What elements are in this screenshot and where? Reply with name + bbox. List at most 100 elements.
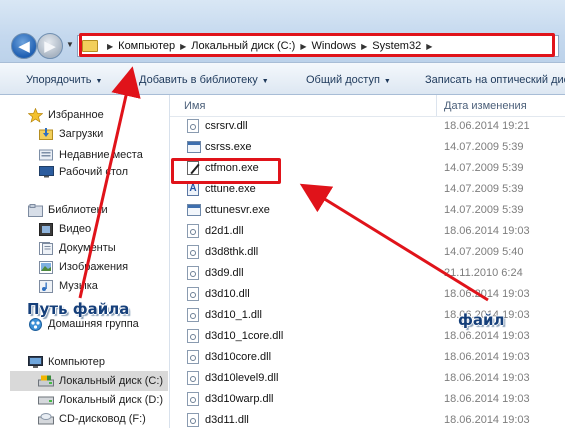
desktop-icon <box>38 165 54 179</box>
chevron-right-icon[interactable]: ▶ <box>426 42 432 51</box>
column-header-name[interactable]: Имя <box>184 100 205 112</box>
nav-pictures-label: Изображения <box>59 261 129 273</box>
folder-icon <box>82 40 98 52</box>
nav-documents-label: Документы <box>59 242 116 254</box>
breadcrumb-computer[interactable]: Компьютер <box>118 40 175 52</box>
chevron-right-icon[interactable]: ▶ <box>180 42 186 51</box>
dll-icon <box>187 392 199 406</box>
nav-libraries-label: Библиотеки <box>48 204 108 216</box>
chevron-right-icon[interactable]: ▶ <box>107 42 113 51</box>
recent-pages-dropdown-icon[interactable]: ▼ <box>66 40 74 49</box>
file-name: d3d8thk.dll <box>205 246 259 258</box>
music-library-icon <box>38 279 54 293</box>
burn-button[interactable]: Записать на оптический диск <box>425 74 565 86</box>
recent-places-icon <box>38 148 54 162</box>
nav-computer-label: Компьютер <box>48 356 105 368</box>
back-button[interactable]: ◀ <box>11 33 37 59</box>
file-date-modified: 18.06.2014 19:03 <box>444 393 530 405</box>
system-drive-icon <box>38 374 54 388</box>
file-name: d3d10level9.dll <box>205 372 279 384</box>
file-name: d3d11.dll <box>205 414 249 426</box>
add-to-library-label: Добавить в библиотеку <box>139 74 258 86</box>
file-row[interactable]: d3d10core.dll 18.06.2014 19:03 <box>170 347 565 368</box>
file-date-modified: 14.07.2009 5:39 <box>444 141 524 153</box>
file-row[interactable]: d3d10_1.dll 18.06.2014 19:03 <box>170 305 565 326</box>
file-row[interactable]: csrsrv.dll 18.06.2014 19:21 <box>170 116 565 137</box>
homegroup-icon <box>27 317 43 331</box>
chevron-right-icon[interactable]: ▶ <box>361 42 367 51</box>
nav-music[interactable]: Музыка <box>38 279 98 293</box>
file-row[interactable]: d3d10warp.dll 18.06.2014 19:03 <box>170 389 565 410</box>
share-label: Общий доступ <box>306 74 380 86</box>
nav-downloads[interactable]: Загрузки <box>38 127 103 141</box>
path-annotation-label: Путь файла <box>27 300 130 318</box>
file-highlight-box <box>171 158 281 184</box>
dll-icon <box>187 308 199 322</box>
dll-icon <box>187 350 199 364</box>
file-row[interactable]: d3d8thk.dll 14.07.2009 5:40 <box>170 242 565 263</box>
file-row[interactable]: cttunesvr.exe 14.07.2009 5:39 <box>170 200 565 221</box>
drive-icon <box>38 393 54 407</box>
file-date-modified: 21.11.2010 6:24 <box>444 267 523 279</box>
organize-label: Упорядочить <box>26 74 92 86</box>
file-name: csrsrv.dll <box>205 120 248 132</box>
file-row[interactable]: d2d1.dll 18.06.2014 19:03 <box>170 221 565 242</box>
nav-local-disk-d-label: Локальный диск (D:) <box>59 394 164 406</box>
chevron-down-icon: ▼ <box>261 78 269 85</box>
nav-cd-drive-f-label: CD-дисковод (F:) <box>59 413 146 425</box>
cleartype-icon: A <box>187 182 199 196</box>
nav-cd-drive-f[interactable]: CD-дисковод (F:) <box>38 412 146 426</box>
file-name: csrss.exe <box>205 141 252 153</box>
column-headers: Имя Дата изменения <box>170 95 565 117</box>
file-row[interactable]: d3d9.dll 21.11.2010 6:24 <box>170 263 565 284</box>
address-bar[interactable]: ▶ Компьютер ▶ Локальный диск (C:) ▶ Wind… <box>77 35 559 57</box>
nav-desktop[interactable]: Рабочий стол <box>38 165 128 179</box>
exe-icon <box>187 141 201 153</box>
nav-favorites[interactable]: Избранное <box>27 107 104 123</box>
documents-library-icon <box>38 241 54 255</box>
dll-icon <box>187 119 199 133</box>
file-date-modified: 18.06.2014 19:03 <box>444 288 530 300</box>
chevron-right-icon[interactable]: ▶ <box>300 42 306 51</box>
nav-local-disk-c-label: Локальный диск (C:) <box>59 375 164 387</box>
breadcrumb-system32[interactable]: System32 <box>372 40 421 52</box>
nav-local-disk-c[interactable]: Локальный диск (C:) <box>10 371 168 391</box>
column-header-date-modified[interactable]: Дата изменения <box>444 100 527 112</box>
video-library-icon <box>38 222 54 236</box>
column-divider[interactable] <box>436 95 437 116</box>
nav-recent-places[interactable]: Недавние места <box>38 148 143 162</box>
organize-button[interactable]: Упорядочить ▼ <box>26 74 102 86</box>
nav-music-label: Музыка <box>59 280 98 292</box>
nav-videos[interactable]: Видео <box>38 222 91 236</box>
forward-button[interactable]: ▶ <box>37 33 63 59</box>
file-row[interactable]: d3d10.dll 18.06.2014 19:03 <box>170 284 565 305</box>
exe-icon <box>187 204 201 216</box>
file-name: cttunesvr.exe <box>205 204 270 216</box>
dll-icon <box>187 413 199 427</box>
breadcrumb-windows[interactable]: Windows <box>312 40 357 52</box>
file-row[interactable]: d3d10_1core.dll 18.06.2014 19:03 <box>170 326 565 347</box>
nav-documents[interactable]: Документы <box>38 241 116 255</box>
nav-desktop-label: Рабочий стол <box>59 166 129 178</box>
nav-homegroup[interactable]: Домашняя группа <box>27 317 139 331</box>
chevron-down-icon: ▼ <box>383 78 391 85</box>
file-name: d2d1.dll <box>205 225 244 237</box>
file-row[interactable]: csrss.exe 14.07.2009 5:39 <box>170 137 565 158</box>
chevron-down-icon: ▼ <box>95 78 103 85</box>
nav-downloads-label: Загрузки <box>59 128 104 140</box>
add-to-library-button[interactable]: Добавить в библиотеку ▼ <box>139 74 269 86</box>
nav-computer[interactable]: Компьютер <box>27 355 105 369</box>
nav-local-disk-d[interactable]: Локальный диск (D:) <box>38 393 163 407</box>
nav-libraries[interactable]: Библиотеки <box>27 203 108 217</box>
file-row[interactable]: d3d10level9.dll 18.06.2014 19:03 <box>170 368 565 389</box>
dll-icon <box>187 287 199 301</box>
libraries-icon <box>27 203 43 217</box>
file-row[interactable]: d3d11.dll 18.06.2014 19:03 <box>170 410 565 428</box>
breadcrumb-local-disk-c[interactable]: Локальный диск (C:) <box>191 40 295 52</box>
file-date-modified: 18.06.2014 19:03 <box>444 351 530 363</box>
dll-icon <box>187 371 199 385</box>
forward-arrow-icon: ▶ <box>44 38 56 55</box>
address-bar-area: ◀ ▶ ▼ ▶ Компьютер ▶ Локальный диск (C:) … <box>0 0 565 62</box>
share-button[interactable]: Общий доступ ▼ <box>306 74 391 86</box>
nav-pictures[interactable]: Изображения <box>38 260 128 274</box>
